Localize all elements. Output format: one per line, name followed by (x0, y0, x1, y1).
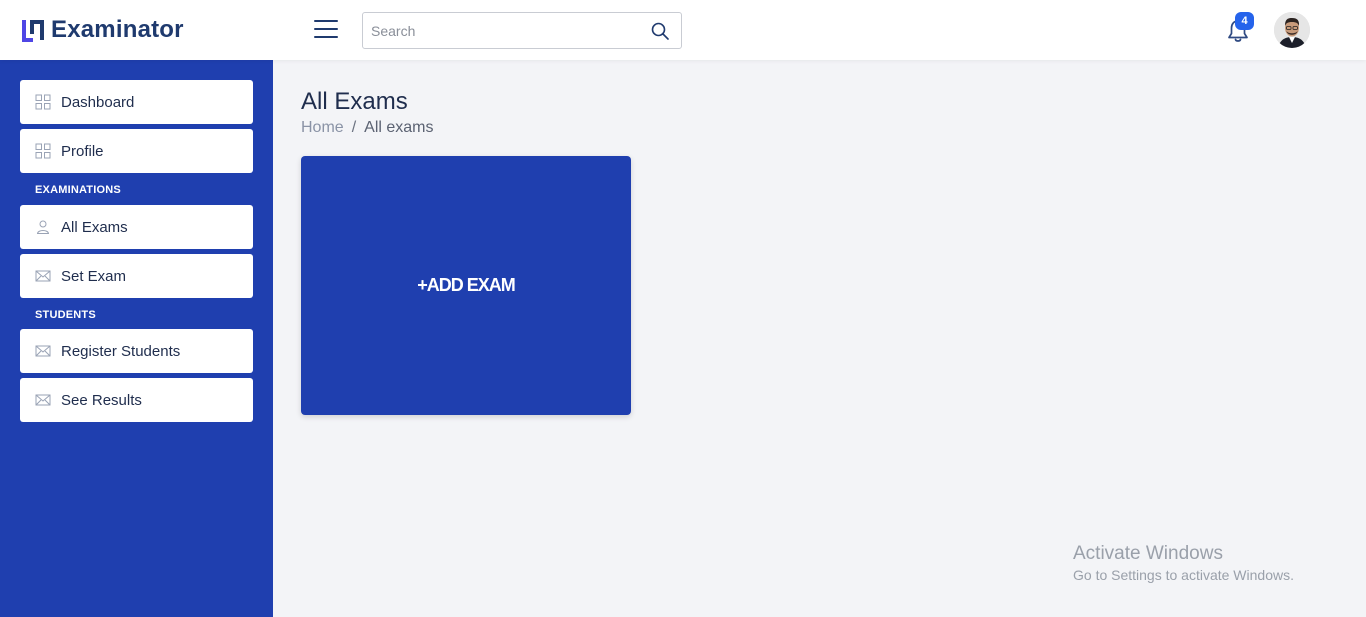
breadcrumb-separator: / (351, 119, 357, 136)
sidebar-item-label: Dashboard (61, 93, 135, 111)
notification-badge: 4 (1235, 12, 1254, 30)
user-icon (36, 220, 50, 234)
mail-icon (35, 345, 51, 357)
watermark-title: Activate Windows (1073, 543, 1223, 564)
app-name: Examinator (51, 16, 184, 43)
top-bar: Examinator 4 (0, 0, 1366, 60)
sidebar-item-register-students[interactable]: Register Students (20, 329, 253, 373)
sidebar-item-label: Register Students (61, 342, 181, 360)
breadcrumb: Home / All exams (301, 119, 434, 137)
sidebar-item-profile[interactable]: Profile (20, 129, 253, 173)
search-icon[interactable] (651, 22, 669, 40)
sidebar-item-dashboard[interactable]: Dashboard (20, 80, 253, 124)
breadcrumb-current: All exams (364, 119, 434, 136)
search-input[interactable] (363, 13, 638, 48)
grid-icon (35, 94, 51, 110)
sidebar-item-label: Profile (61, 142, 104, 160)
search-box (362, 12, 682, 49)
add-exam-button[interactable]: +ADD EXAM (301, 156, 631, 415)
breadcrumb-home-link[interactable]: Home (301, 119, 344, 137)
logo-icon (22, 20, 44, 42)
sidebar-item-all-exams[interactable]: All Exams (20, 205, 253, 249)
user-avatar[interactable] (1274, 12, 1310, 48)
menu-toggle-icon[interactable] (314, 20, 338, 40)
mail-icon (35, 394, 51, 406)
add-exam-label: +ADD EXAM (417, 275, 516, 295)
sidebar-item-label: Set Exam (61, 267, 127, 285)
avatar-image (1274, 12, 1310, 48)
grid-icon (35, 143, 51, 159)
sidebar-item-label: All Exams (61, 218, 128, 236)
app-logo[interactable]: Examinator (20, 16, 184, 44)
sidebar-item-set-exam[interactable]: Set Exam (20, 254, 253, 298)
section-title-examinations: EXAMINATIONS (35, 184, 121, 196)
watermark-subtitle: Go to Settings to activate Windows. (1073, 567, 1294, 583)
mail-icon (35, 270, 51, 282)
sidebar-item-label: See Results (61, 391, 142, 409)
windows-activation-watermark: Activate Windows Go to Settings to activ… (1073, 543, 1294, 583)
page-title: All Exams (301, 88, 408, 115)
sidebar-item-see-results[interactable]: See Results (20, 378, 253, 422)
section-title-students: STUDENTS (35, 309, 96, 321)
